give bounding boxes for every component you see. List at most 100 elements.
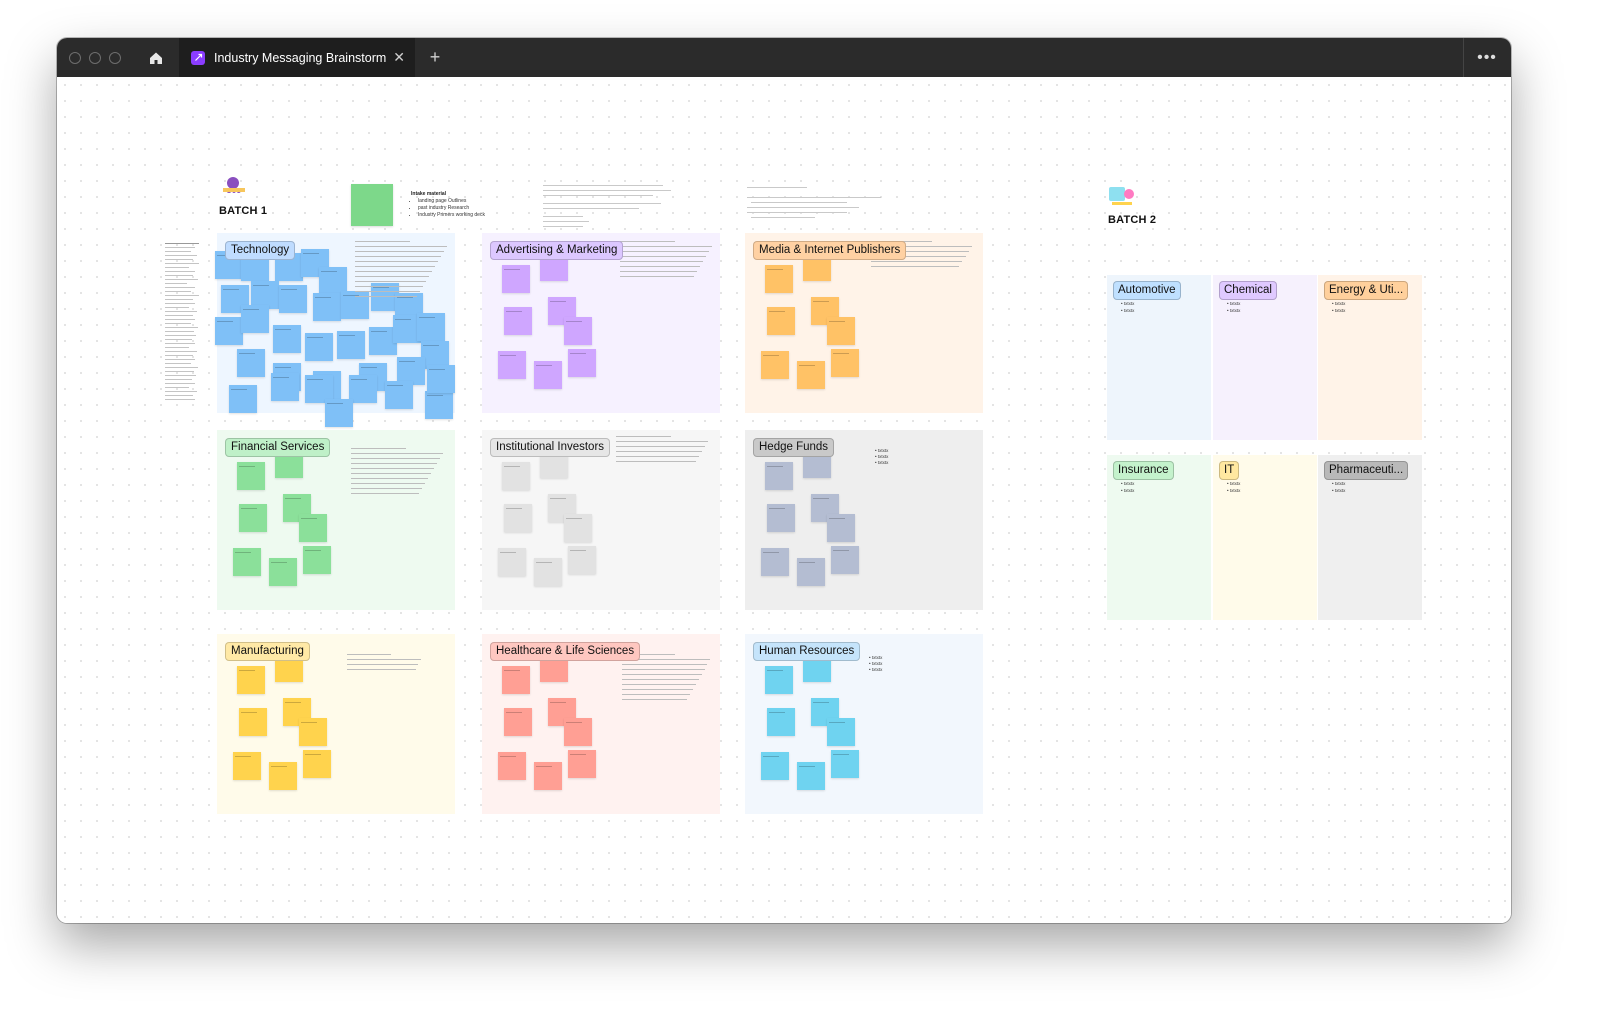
sticky-note[interactable] — [502, 462, 530, 490]
sticky-note[interactable] — [767, 307, 795, 335]
sticky-note[interactable] — [534, 558, 562, 586]
section-title-manufacturing[interactable]: Manufacturing — [225, 642, 310, 661]
section-it[interactable]: IT • txtxtx • txtxtx — [1213, 455, 1317, 620]
sticky-note[interactable] — [564, 317, 592, 345]
sticky-note[interactable] — [303, 546, 331, 574]
sticky-note[interactable] — [237, 666, 265, 694]
sticky-note[interactable] — [425, 391, 453, 419]
intake-sticky[interactable] — [351, 184, 393, 226]
sticky-note[interactable] — [502, 666, 530, 694]
section-title-healthcare[interactable]: Healthcare & Life Sciences — [490, 642, 641, 661]
sticky-note[interactable] — [498, 752, 526, 780]
sticky-note[interactable] — [385, 381, 413, 409]
section-title-technology[interactable]: Technology — [225, 241, 296, 260]
section-title-it[interactable]: IT — [1219, 461, 1240, 480]
close-window-button[interactable] — [69, 52, 81, 64]
sticky-note[interactable] — [765, 666, 793, 694]
section-technology[interactable]: Technology — [215, 233, 455, 427]
sticky-note[interactable] — [831, 349, 859, 377]
minimize-window-button[interactable] — [89, 52, 101, 64]
notes-block[interactable] — [616, 436, 716, 466]
section-title-financial[interactable]: Financial Services — [225, 438, 331, 457]
sticky-note[interactable] — [502, 265, 530, 293]
sticky-note[interactable] — [564, 718, 592, 746]
section-financial[interactable]: Financial Services — [217, 430, 455, 610]
sticky-note[interactable] — [827, 718, 855, 746]
sticky-note[interactable] — [269, 558, 297, 586]
intake-material-block[interactable]: Intake material landing page Outlines pa… — [411, 191, 485, 219]
sticky-note[interactable] — [239, 708, 267, 736]
sticky-note[interactable] — [797, 558, 825, 586]
notes-block[interactable] — [622, 654, 718, 704]
sticky-note[interactable] — [233, 752, 261, 780]
sticky-note[interactable] — [303, 750, 331, 778]
sticky-note[interactable] — [305, 333, 333, 361]
sticky-note[interactable] — [299, 514, 327, 542]
sticky-note[interactable] — [233, 548, 261, 576]
sticky-note[interactable] — [271, 373, 299, 401]
sticky-note[interactable] — [279, 285, 307, 313]
sticky-note[interactable] — [498, 548, 526, 576]
sticky-note[interactable] — [273, 325, 301, 353]
section-insurance[interactable]: Insurance • txtxtx • txtxtx — [1107, 455, 1211, 620]
more-options-button[interactable]: ••• — [1473, 48, 1501, 68]
notes-block[interactable] — [351, 448, 451, 498]
keyword-list[interactable] — [165, 243, 203, 403]
sticky-note[interactable] — [568, 349, 596, 377]
sticky-note[interactable] — [349, 375, 377, 403]
sticky-note[interactable] — [797, 361, 825, 389]
sticky-note[interactable] — [229, 385, 257, 413]
section-title-hr[interactable]: Human Resources — [753, 642, 861, 661]
section-title-insurance[interactable]: Insurance — [1113, 461, 1174, 480]
sticky-note[interactable] — [797, 762, 825, 790]
close-tab-button[interactable]: ✕ — [393, 50, 405, 64]
notes-block[interactable] — [355, 241, 455, 301]
hedge-funds-list[interactable]: • txtxtx • txtxtx • txtxtx — [875, 448, 888, 466]
sticky-note[interactable] — [215, 317, 243, 345]
section-hedge[interactable]: Hedge Funds — [745, 430, 983, 610]
section-title-media[interactable]: Media & Internet Publishers — [753, 241, 907, 260]
sticky-note[interactable] — [761, 548, 789, 576]
batch-2-sticker[interactable] — [1108, 185, 1136, 207]
section-advertising[interactable]: Advertising & Marketing — [482, 233, 720, 413]
sticky-note[interactable] — [299, 718, 327, 746]
sticky-note[interactable] — [241, 305, 269, 333]
sticky-note[interactable] — [761, 752, 789, 780]
tab-industry-messaging[interactable]: Industry Messaging Brainstorm ✕ — [179, 38, 415, 77]
hr-list[interactable]: • txtxtx • txtxtx • txtxtx — [869, 655, 882, 673]
sticky-note[interactable] — [765, 462, 793, 490]
sticky-note[interactable] — [269, 762, 297, 790]
notes-block[interactable] — [620, 241, 720, 281]
sticky-note[interactable] — [761, 351, 789, 379]
sticky-note[interactable] — [568, 546, 596, 574]
sticky-note[interactable] — [504, 708, 532, 736]
section-manufacturing[interactable]: Manufacturing — [217, 634, 455, 814]
sticky-note[interactable] — [313, 293, 341, 321]
section-title-hedge[interactable]: Hedge Funds — [753, 438, 835, 457]
section-institutional[interactable]: Institutional Investors — [482, 430, 720, 610]
sticky-note[interactable] — [504, 307, 532, 335]
section-title-chemical[interactable]: Chemical — [1219, 281, 1277, 300]
section-title-automotive[interactable]: Automotive — [1113, 281, 1181, 300]
sticky-note[interactable] — [325, 399, 353, 427]
sticky-note[interactable] — [564, 514, 592, 542]
sticky-note[interactable] — [767, 708, 795, 736]
section-title-energy[interactable]: Energy & Uti... — [1324, 281, 1409, 300]
section-pharma[interactable]: Pharmaceuti... • txtxtx • txtxtx — [1318, 455, 1422, 620]
section-media[interactable]: Media & Internet Publishers — [745, 233, 983, 413]
sticky-note[interactable] — [765, 265, 793, 293]
section-title-pharma[interactable]: Pharmaceuti... — [1324, 461, 1409, 480]
section-chemical[interactable]: Chemical • txtxtx • txtxtx — [1213, 275, 1317, 440]
section-hr[interactable]: Human Resources — [745, 634, 983, 814]
sticky-note[interactable] — [767, 504, 795, 532]
sticky-note[interactable] — [568, 750, 596, 778]
sticky-note[interactable] — [827, 317, 855, 345]
section-automotive[interactable]: Automotive • txtxtx • txtxtx — [1107, 275, 1211, 440]
sticky-note[interactable] — [831, 750, 859, 778]
section-energy[interactable]: Energy & Uti... • txtxtx • txtxtx — [1318, 275, 1422, 440]
home-button[interactable] — [143, 38, 169, 77]
section-title-institutional[interactable]: Institutional Investors — [490, 438, 611, 457]
sticky-note[interactable] — [237, 349, 265, 377]
sticky-note[interactable] — [831, 546, 859, 574]
new-tab-button[interactable]: + — [425, 47, 445, 67]
